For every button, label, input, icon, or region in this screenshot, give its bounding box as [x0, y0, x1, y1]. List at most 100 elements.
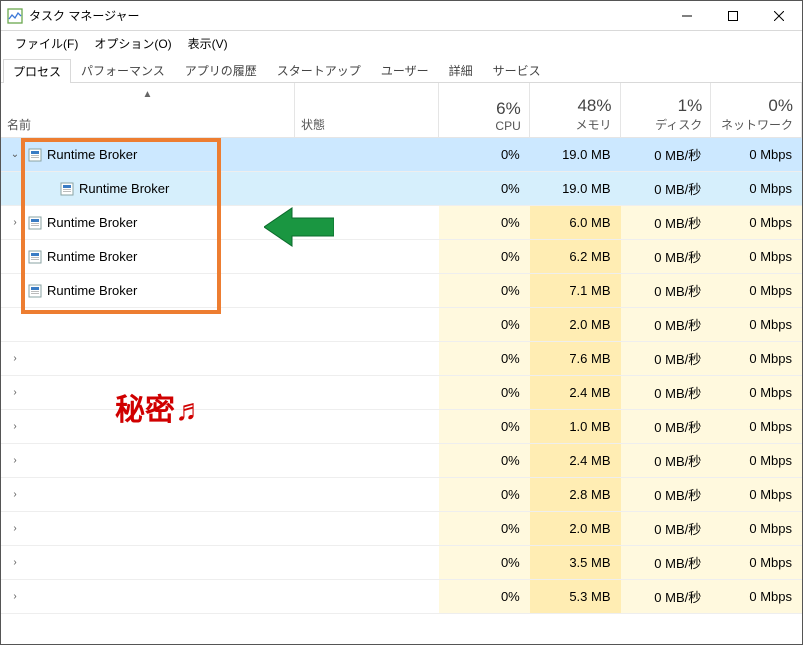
cell-mem: 5.3 MB [530, 580, 621, 613]
cell-disk: 0 MB/秒 [621, 240, 712, 273]
cell-disk: 0 MB/秒 [621, 512, 712, 545]
table-body: ⌄Runtime Broker0%19.0 MB0 MB/秒0 MbpsRunt… [1, 138, 802, 614]
cell-cpu: 0% [439, 410, 530, 443]
cell-disk: 0 MB/秒 [621, 342, 712, 375]
process-icon [27, 283, 43, 299]
process-name: Runtime Broker [47, 147, 137, 162]
cell-status [295, 138, 439, 171]
table-row[interactable]: ›0%2.4 MB0 MB/秒0 Mbps [1, 376, 802, 410]
table-row[interactable]: ⌄Runtime Broker0%19.0 MB0 MB/秒0 Mbps [1, 138, 802, 172]
cell-cpu: 0% [439, 138, 530, 171]
cell-name: › [1, 512, 295, 545]
col-cpu[interactable]: 6% CPU [439, 83, 530, 137]
cell-name [1, 308, 295, 341]
cell-disk: 0 MB/秒 [621, 546, 712, 579]
cell-status [295, 580, 439, 613]
table-row[interactable]: Runtime Broker0%7.1 MB0 MB/秒0 Mbps [1, 274, 802, 308]
menu-file[interactable]: ファイル(F) [7, 33, 86, 54]
cell-name: › [1, 478, 295, 511]
cell-status [295, 172, 439, 205]
cell-mem: 6.2 MB [530, 240, 621, 273]
col-memory-label: メモリ [536, 116, 612, 133]
col-disk-label: ディスク [627, 116, 703, 133]
col-disk[interactable]: 1% ディスク [621, 83, 712, 137]
table-header: ▲ 名前 状態 6% CPU 48% メモリ 1% ディスク 0% ネットワーク [1, 83, 802, 138]
cell-mem: 2.0 MB [530, 308, 621, 341]
cell-cpu: 0% [439, 274, 530, 307]
table-row[interactable]: ›0%3.5 MB0 MB/秒0 Mbps [1, 546, 802, 580]
process-icon [59, 181, 75, 197]
tab-2[interactable]: アプリの履歴 [175, 58, 267, 82]
table-row[interactable]: ›Runtime Broker0%6.0 MB0 MB/秒0 Mbps [1, 206, 802, 240]
tab-5[interactable]: 詳細 [439, 58, 483, 82]
col-name[interactable]: ▲ 名前 [1, 83, 295, 137]
col-memory[interactable]: 48% メモリ [530, 83, 621, 137]
col-network[interactable]: 0% ネットワーク [711, 83, 802, 137]
cell-net: 0 Mbps [711, 138, 802, 171]
cell-disk: 0 MB/秒 [621, 410, 712, 443]
table-row[interactable]: ›0%2.8 MB0 MB/秒0 Mbps [1, 478, 802, 512]
cell-name: Runtime Broker [1, 274, 295, 307]
table-row[interactable]: ›0%7.6 MB0 MB/秒0 Mbps [1, 342, 802, 376]
cell-disk: 0 MB/秒 [621, 444, 712, 477]
tab-1[interactable]: パフォーマンス [71, 58, 175, 82]
expand-toggle-icon[interactable]: › [7, 421, 23, 432]
tab-6[interactable]: サービス [483, 58, 551, 82]
expand-toggle-icon[interactable]: ⌄ [7, 149, 23, 160]
cell-status [295, 512, 439, 545]
expand-toggle-icon[interactable]: › [7, 217, 23, 228]
expand-toggle-icon[interactable]: › [7, 557, 23, 568]
expand-toggle-icon[interactable]: › [7, 489, 23, 500]
process-name: Runtime Broker [47, 249, 137, 264]
table-row[interactable]: ›0%1.0 MB0 MB/秒0 Mbps [1, 410, 802, 444]
cell-cpu: 0% [439, 580, 530, 613]
cell-status [295, 410, 439, 443]
expand-toggle-icon[interactable]: › [7, 387, 23, 398]
cell-mem: 7.1 MB [530, 274, 621, 307]
col-network-label: ネットワーク [717, 116, 793, 133]
expand-toggle-icon[interactable]: › [7, 523, 23, 534]
menu-options[interactable]: オプション(O) [86, 33, 179, 54]
cell-net: 0 Mbps [711, 444, 802, 477]
tab-0[interactable]: プロセス [3, 59, 71, 83]
expand-toggle-icon[interactable]: › [7, 353, 23, 364]
col-status[interactable]: 状態 [295, 83, 439, 137]
cell-mem: 19.0 MB [530, 138, 621, 171]
table-row[interactable]: Runtime Broker0%19.0 MB0 MB/秒0 Mbps [1, 172, 802, 206]
cell-status [295, 342, 439, 375]
disk-usage-total: 1% [627, 96, 703, 116]
cell-cpu: 0% [439, 376, 530, 409]
cell-name: ⌄ Runtime Broker [1, 138, 295, 171]
table-row[interactable]: Runtime Broker0%6.2 MB0 MB/秒0 Mbps [1, 240, 802, 274]
table-row[interactable]: ›0%5.3 MB0 MB/秒0 Mbps [1, 580, 802, 614]
table-row[interactable]: 0%2.0 MB0 MB/秒0 Mbps [1, 308, 802, 342]
cell-net: 0 Mbps [711, 546, 802, 579]
maximize-button[interactable] [710, 1, 756, 31]
cell-status [295, 240, 439, 273]
minimize-button[interactable] [664, 1, 710, 31]
cell-cpu: 0% [439, 444, 530, 477]
cpu-usage-total: 6% [445, 99, 521, 119]
col-name-label: 名前 [7, 116, 286, 133]
cell-net: 0 Mbps [711, 342, 802, 375]
cell-disk: 0 MB/秒 [621, 580, 712, 613]
process-icon [27, 249, 43, 265]
menu-view[interactable]: 表示(V) [180, 33, 236, 54]
cell-status [295, 444, 439, 477]
table-row[interactable]: ›0%2.0 MB0 MB/秒0 Mbps [1, 512, 802, 546]
expand-toggle-icon[interactable]: › [7, 455, 23, 466]
cell-name: Runtime Broker [1, 172, 295, 205]
cell-mem: 3.5 MB [530, 546, 621, 579]
window-controls [664, 1, 802, 31]
tab-4[interactable]: ユーザー [371, 58, 439, 82]
cell-cpu: 0% [439, 512, 530, 545]
titlebar: タスク マネージャー [1, 1, 802, 31]
cell-disk: 0 MB/秒 [621, 308, 712, 341]
process-name: Runtime Broker [79, 181, 169, 196]
table-row[interactable]: ›0%2.4 MB0 MB/秒0 Mbps [1, 444, 802, 478]
expand-toggle-icon[interactable]: › [7, 591, 23, 602]
cell-status [295, 308, 439, 341]
close-button[interactable] [756, 1, 802, 31]
tab-3[interactable]: スタートアップ [267, 58, 371, 82]
cell-status [295, 206, 439, 239]
